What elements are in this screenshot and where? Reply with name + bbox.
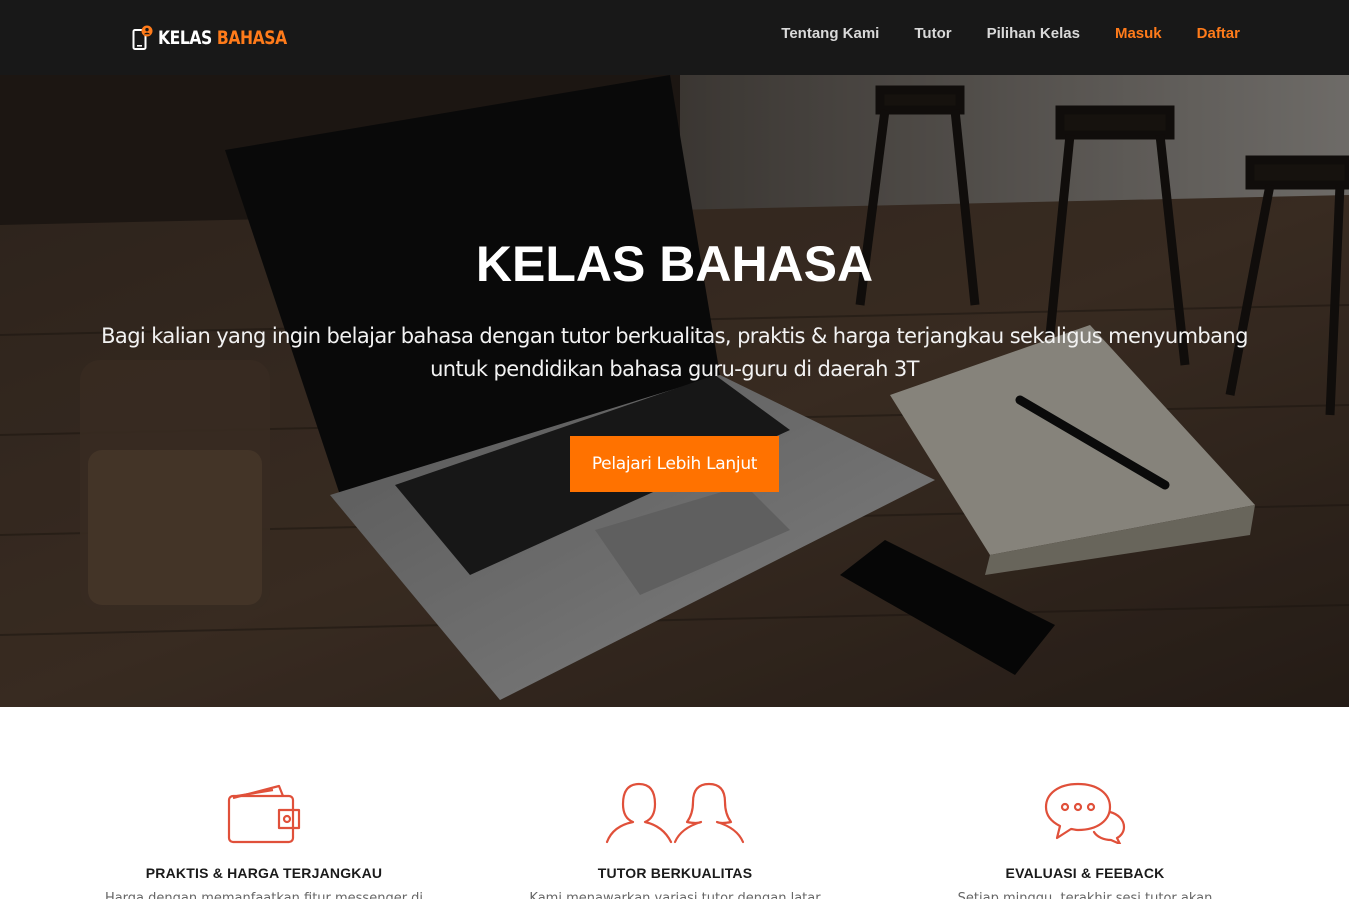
feature-title-tutor: TUTOR BERKUALITAS — [597, 865, 753, 881]
learn-more-button[interactable]: Pelajari Lebih Lanjut — [570, 436, 779, 492]
feature-text-tutor: Kami menawarkan variasi tutor dengan lat… — [529, 891, 821, 899]
brand-logo-link[interactable]: KELAS BAHASA — [132, 25, 315, 51]
brand-word-bahasa: BAHASA — [216, 27, 287, 49]
nav-links: Tentang Kami Tutor Pilihan Kelas Masuk D… — [746, 25, 1240, 42]
brand-name: KELAS BAHASA — [158, 27, 287, 49]
phone-user-logo-icon — [132, 25, 154, 51]
top-navbar: KELAS BAHASA Tentang Kami Tutor Pilihan … — [0, 0, 1349, 75]
hero-subtitle-line-2: untuk pendidikan bahasa guru-guru di dae… — [430, 357, 919, 381]
features-section: PRAKTIS & HARGA TERJANGKAU Harga dengan … — [0, 707, 1349, 899]
hero-section: KELAS BAHASA Bagi kalian yang ingin bela… — [0, 75, 1349, 707]
hero-dark-overlay — [0, 75, 1349, 707]
nav-link-masuk[interactable]: Masuk — [1115, 25, 1162, 42]
users-icon — [605, 782, 745, 849]
wallet-icon — [227, 782, 301, 849]
nav-link-tutor[interactable]: Tutor — [914, 25, 951, 42]
hero-title: KELAS BAHASA — [475, 236, 874, 292]
hero-subtitle: Bagi kalian yang ingin belajar bahasa de… — [100, 320, 1249, 386]
nav-link-daftar[interactable]: Daftar — [1197, 25, 1240, 42]
nav-link-tentang-kami[interactable]: Tentang Kami — [781, 25, 879, 42]
nav-link-pilihan-kelas[interactable]: Pilihan Kelas — [987, 25, 1080, 42]
feature-title-evaluasi: EVALUASI & FEEBACK — [1005, 865, 1165, 881]
chat-bubbles-icon — [1044, 782, 1126, 849]
feature-text-evaluasi: Setiap minggu, terakhir sesi tutor akan — [957, 891, 1213, 899]
feature-text-praktis: Harga dengan memanfaatkan fitur messenge… — [104, 891, 424, 899]
brand-word-kelas: KELAS — [158, 27, 212, 49]
feature-title-praktis: PRAKTIS & HARGA TERJANGKAU — [145, 865, 383, 881]
hero-subtitle-line-1: Bagi kalian yang ingin belajar bahasa de… — [101, 324, 1248, 348]
